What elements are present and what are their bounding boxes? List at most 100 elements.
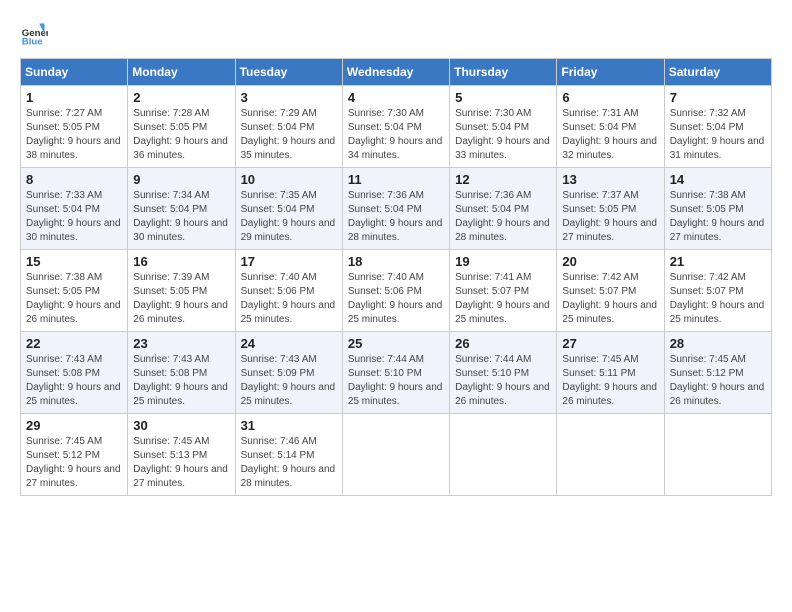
day-number: 18	[348, 254, 444, 269]
day-cell-19: 19 Sunrise: 7:41 AMSunset: 5:07 PMDaylig…	[450, 250, 557, 332]
day-cell-5: 5 Sunrise: 7:30 AMSunset: 5:04 PMDayligh…	[450, 86, 557, 168]
day-cell-27: 27 Sunrise: 7:45 AMSunset: 5:11 PMDaylig…	[557, 332, 664, 414]
day-cell-16: 16 Sunrise: 7:39 AMSunset: 5:05 PMDaylig…	[128, 250, 235, 332]
week-row-1: 1 Sunrise: 7:27 AMSunset: 5:05 PMDayligh…	[21, 86, 772, 168]
day-info: Sunrise: 7:31 AMSunset: 5:04 PMDaylight:…	[562, 108, 657, 161]
day-number: 12	[455, 172, 551, 187]
week-row-2: 8 Sunrise: 7:33 AMSunset: 5:04 PMDayligh…	[21, 168, 772, 250]
day-number: 10	[241, 172, 337, 187]
day-cell-13: 13 Sunrise: 7:37 AMSunset: 5:05 PMDaylig…	[557, 168, 664, 250]
day-number: 8	[26, 172, 122, 187]
day-info: Sunrise: 7:43 AMSunset: 5:09 PMDaylight:…	[241, 354, 336, 407]
day-cell-30: 30 Sunrise: 7:45 AMSunset: 5:13 PMDaylig…	[128, 414, 235, 496]
day-info: Sunrise: 7:30 AMSunset: 5:04 PMDaylight:…	[348, 108, 443, 161]
day-cell-4: 4 Sunrise: 7:30 AMSunset: 5:04 PMDayligh…	[342, 86, 449, 168]
day-cell-12: 12 Sunrise: 7:36 AMSunset: 5:04 PMDaylig…	[450, 168, 557, 250]
day-cell-18: 18 Sunrise: 7:40 AMSunset: 5:06 PMDaylig…	[342, 250, 449, 332]
day-cell-10: 10 Sunrise: 7:35 AMSunset: 5:04 PMDaylig…	[235, 168, 342, 250]
empty-cell	[557, 414, 664, 496]
day-info: Sunrise: 7:41 AMSunset: 5:07 PMDaylight:…	[455, 272, 550, 325]
day-number: 9	[133, 172, 229, 187]
day-cell-11: 11 Sunrise: 7:36 AMSunset: 5:04 PMDaylig…	[342, 168, 449, 250]
day-cell-20: 20 Sunrise: 7:42 AMSunset: 5:07 PMDaylig…	[557, 250, 664, 332]
calendar-table: SundayMondayTuesdayWednesdayThursdayFrid…	[20, 58, 772, 496]
day-number: 24	[241, 336, 337, 351]
day-info: Sunrise: 7:45 AMSunset: 5:11 PMDaylight:…	[562, 354, 657, 407]
day-info: Sunrise: 7:40 AMSunset: 5:06 PMDaylight:…	[348, 272, 443, 325]
day-info: Sunrise: 7:27 AMSunset: 5:05 PMDaylight:…	[26, 108, 121, 161]
day-info: Sunrise: 7:36 AMSunset: 5:04 PMDaylight:…	[455, 190, 550, 243]
day-info: Sunrise: 7:35 AMSunset: 5:04 PMDaylight:…	[241, 190, 336, 243]
day-number: 28	[670, 336, 766, 351]
weekday-header-monday: Monday	[128, 59, 235, 86]
week-row-5: 29 Sunrise: 7:45 AMSunset: 5:12 PMDaylig…	[21, 414, 772, 496]
day-info: Sunrise: 7:46 AMSunset: 5:14 PMDaylight:…	[241, 436, 336, 489]
day-info: Sunrise: 7:39 AMSunset: 5:05 PMDaylight:…	[133, 272, 228, 325]
day-number: 31	[241, 418, 337, 433]
day-info: Sunrise: 7:38 AMSunset: 5:05 PMDaylight:…	[670, 190, 765, 243]
day-cell-23: 23 Sunrise: 7:43 AMSunset: 5:08 PMDaylig…	[128, 332, 235, 414]
weekday-header-saturday: Saturday	[664, 59, 771, 86]
day-number: 17	[241, 254, 337, 269]
day-number: 13	[562, 172, 658, 187]
day-info: Sunrise: 7:29 AMSunset: 5:04 PMDaylight:…	[241, 108, 336, 161]
empty-cell	[450, 414, 557, 496]
day-info: Sunrise: 7:32 AMSunset: 5:04 PMDaylight:…	[670, 108, 765, 161]
day-info: Sunrise: 7:30 AMSunset: 5:04 PMDaylight:…	[455, 108, 550, 161]
empty-cell	[342, 414, 449, 496]
weekday-header-wednesday: Wednesday	[342, 59, 449, 86]
day-info: Sunrise: 7:43 AMSunset: 5:08 PMDaylight:…	[133, 354, 228, 407]
day-info: Sunrise: 7:33 AMSunset: 5:04 PMDaylight:…	[26, 190, 121, 243]
day-cell-22: 22 Sunrise: 7:43 AMSunset: 5:08 PMDaylig…	[21, 332, 128, 414]
day-info: Sunrise: 7:45 AMSunset: 5:12 PMDaylight:…	[670, 354, 765, 407]
day-cell-2: 2 Sunrise: 7:28 AMSunset: 5:05 PMDayligh…	[128, 86, 235, 168]
day-info: Sunrise: 7:37 AMSunset: 5:05 PMDaylight:…	[562, 190, 657, 243]
day-cell-1: 1 Sunrise: 7:27 AMSunset: 5:05 PMDayligh…	[21, 86, 128, 168]
header: General Blue	[20, 20, 772, 48]
day-number: 16	[133, 254, 229, 269]
day-number: 3	[241, 90, 337, 105]
day-cell-28: 28 Sunrise: 7:45 AMSunset: 5:12 PMDaylig…	[664, 332, 771, 414]
day-info: Sunrise: 7:40 AMSunset: 5:06 PMDaylight:…	[241, 272, 336, 325]
weekday-header-row: SundayMondayTuesdayWednesdayThursdayFrid…	[21, 59, 772, 86]
day-number: 29	[26, 418, 122, 433]
day-info: Sunrise: 7:42 AMSunset: 5:07 PMDaylight:…	[670, 272, 765, 325]
day-cell-14: 14 Sunrise: 7:38 AMSunset: 5:05 PMDaylig…	[664, 168, 771, 250]
logo-icon: General Blue	[20, 20, 48, 48]
weekday-header-sunday: Sunday	[21, 59, 128, 86]
day-cell-7: 7 Sunrise: 7:32 AMSunset: 5:04 PMDayligh…	[664, 86, 771, 168]
day-info: Sunrise: 7:44 AMSunset: 5:10 PMDaylight:…	[348, 354, 443, 407]
day-cell-6: 6 Sunrise: 7:31 AMSunset: 5:04 PMDayligh…	[557, 86, 664, 168]
day-number: 5	[455, 90, 551, 105]
day-number: 27	[562, 336, 658, 351]
day-info: Sunrise: 7:28 AMSunset: 5:05 PMDaylight:…	[133, 108, 228, 161]
day-number: 26	[455, 336, 551, 351]
day-cell-3: 3 Sunrise: 7:29 AMSunset: 5:04 PMDayligh…	[235, 86, 342, 168]
weekday-header-thursday: Thursday	[450, 59, 557, 86]
day-cell-25: 25 Sunrise: 7:44 AMSunset: 5:10 PMDaylig…	[342, 332, 449, 414]
day-info: Sunrise: 7:34 AMSunset: 5:04 PMDaylight:…	[133, 190, 228, 243]
svg-text:Blue: Blue	[22, 37, 43, 48]
week-row-4: 22 Sunrise: 7:43 AMSunset: 5:08 PMDaylig…	[21, 332, 772, 414]
day-cell-17: 17 Sunrise: 7:40 AMSunset: 5:06 PMDaylig…	[235, 250, 342, 332]
day-cell-31: 31 Sunrise: 7:46 AMSunset: 5:14 PMDaylig…	[235, 414, 342, 496]
day-number: 30	[133, 418, 229, 433]
day-number: 21	[670, 254, 766, 269]
weekday-header-friday: Friday	[557, 59, 664, 86]
logo: General Blue	[20, 20, 48, 48]
day-cell-24: 24 Sunrise: 7:43 AMSunset: 5:09 PMDaylig…	[235, 332, 342, 414]
day-cell-29: 29 Sunrise: 7:45 AMSunset: 5:12 PMDaylig…	[21, 414, 128, 496]
day-cell-26: 26 Sunrise: 7:44 AMSunset: 5:10 PMDaylig…	[450, 332, 557, 414]
day-info: Sunrise: 7:38 AMSunset: 5:05 PMDaylight:…	[26, 272, 121, 325]
day-number: 25	[348, 336, 444, 351]
day-info: Sunrise: 7:43 AMSunset: 5:08 PMDaylight:…	[26, 354, 121, 407]
day-number: 19	[455, 254, 551, 269]
day-number: 6	[562, 90, 658, 105]
day-number: 11	[348, 172, 444, 187]
day-number: 14	[670, 172, 766, 187]
day-cell-8: 8 Sunrise: 7:33 AMSunset: 5:04 PMDayligh…	[21, 168, 128, 250]
weekday-header-tuesday: Tuesday	[235, 59, 342, 86]
day-info: Sunrise: 7:44 AMSunset: 5:10 PMDaylight:…	[455, 354, 550, 407]
day-cell-9: 9 Sunrise: 7:34 AMSunset: 5:04 PMDayligh…	[128, 168, 235, 250]
day-number: 23	[133, 336, 229, 351]
